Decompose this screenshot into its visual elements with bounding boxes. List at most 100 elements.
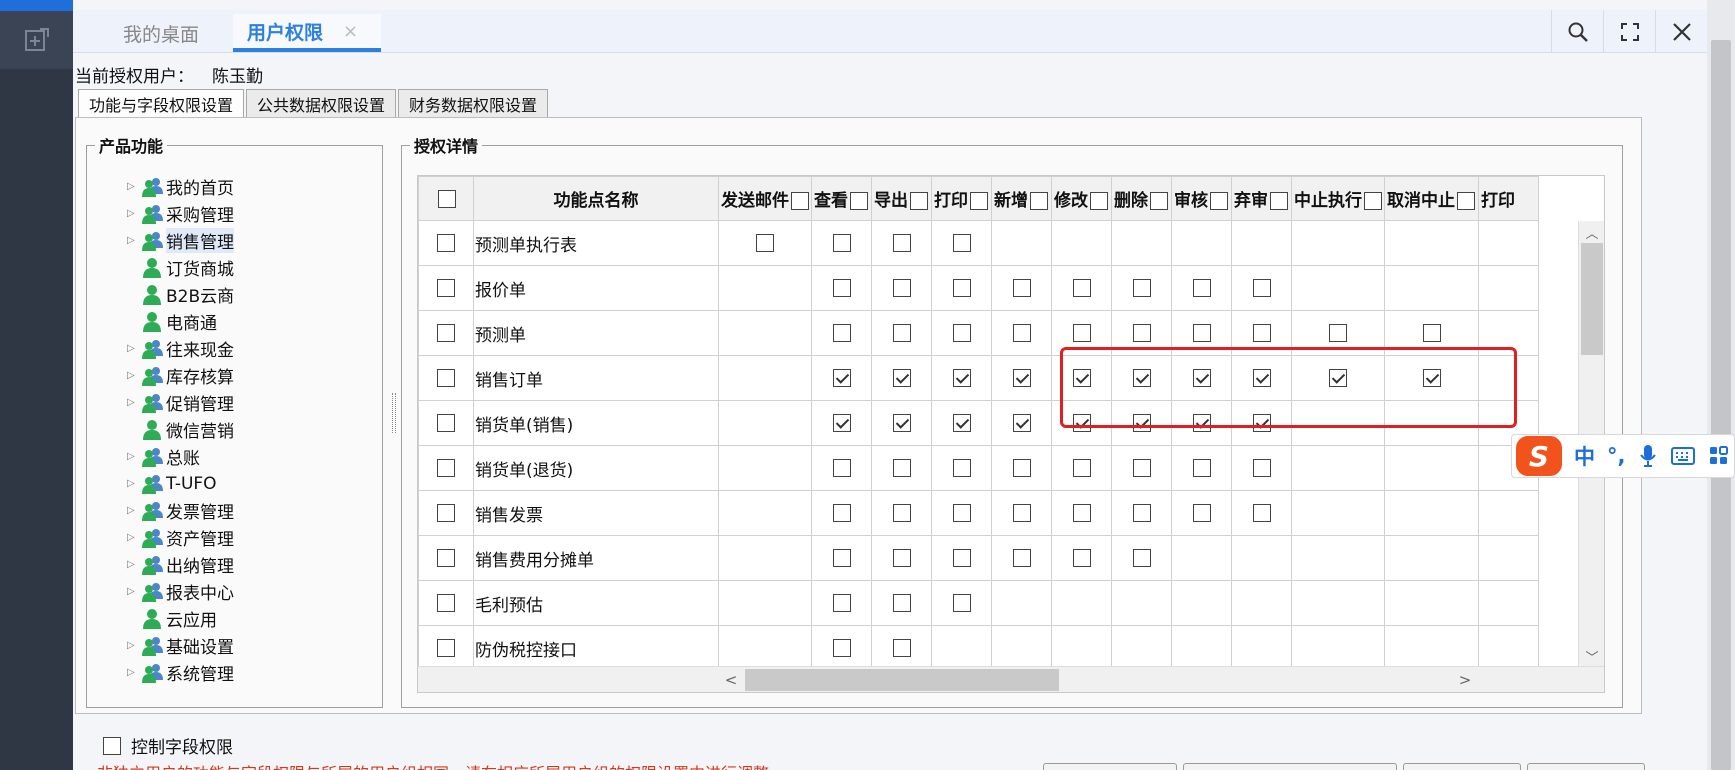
permission-checkbox[interactable] — [1329, 324, 1347, 342]
expand-arrow-icon[interactable]: ▷ — [127, 478, 141, 489]
row-select-checkbox[interactable] — [437, 414, 455, 432]
permission-checkbox[interactable] — [832, 414, 851, 432]
permission-checkbox[interactable] — [952, 594, 971, 612]
column-select-checkbox[interactable] — [1090, 192, 1108, 210]
permission-checkbox[interactable] — [1072, 504, 1091, 522]
permission-checkbox[interactable] — [1132, 324, 1151, 342]
permission-checkbox[interactable] — [1252, 279, 1271, 297]
permission-checkbox[interactable] — [1192, 279, 1211, 297]
tree-item[interactable]: ▷ 出纳管理 — [127, 551, 234, 578]
expand-arrow-icon[interactable]: ▷ — [127, 181, 141, 192]
fullscreen-button[interactable] — [1603, 10, 1655, 53]
permission-checkbox[interactable] — [1072, 459, 1091, 477]
permission-checkbox[interactable] — [1252, 414, 1271, 432]
permission-checkbox[interactable] — [892, 324, 911, 342]
permission-checkbox[interactable] — [1192, 459, 1211, 477]
panel-splitter[interactable] — [392, 393, 396, 433]
column-select-checkbox[interactable] — [1150, 192, 1168, 210]
permission-checkbox[interactable] — [952, 504, 971, 522]
permission-checkbox[interactable] — [1329, 369, 1347, 387]
permission-checkbox[interactable] — [832, 234, 851, 252]
tree-item[interactable]: B2B云商 — [127, 281, 234, 308]
tab-user-permissions[interactable]: 用户权限 × — [233, 14, 381, 52]
close-button[interactable] — [1655, 10, 1707, 53]
permission-checkbox[interactable] — [892, 459, 911, 477]
permission-checkbox[interactable] — [1012, 549, 1031, 567]
permission-checkbox[interactable] — [892, 279, 911, 297]
column-select-checkbox[interactable] — [850, 192, 868, 210]
tree-item[interactable]: ▷ 采购管理 — [127, 200, 234, 227]
tree-item[interactable]: ▷ 促销管理 — [127, 389, 234, 416]
subtab-public-data[interactable]: 公共数据权限设置 — [246, 89, 397, 118]
permission-checkbox[interactable] — [1252, 504, 1271, 522]
tab-close-icon[interactable]: × — [343, 21, 358, 42]
expand-arrow-icon[interactable]: ▷ — [127, 586, 141, 597]
column-select-checkbox[interactable] — [1210, 192, 1228, 210]
permission-checkbox[interactable] — [1072, 279, 1091, 297]
permission-checkbox[interactable] — [832, 369, 851, 387]
expand-arrow-icon[interactable]: ▷ — [127, 667, 141, 678]
tree-item[interactable]: ▷ 库存核算 — [127, 362, 234, 389]
expand-arrow-icon[interactable]: ▷ — [127, 451, 141, 462]
tree-item[interactable]: ▷ 基础设置 — [127, 632, 234, 659]
control-field-checkbox[interactable] — [103, 736, 121, 755]
permission-checkbox[interactable] — [892, 549, 911, 567]
microphone-icon[interactable] — [1639, 444, 1657, 468]
permission-checkbox[interactable] — [1012, 414, 1031, 432]
permission-checkbox[interactable] — [1012, 459, 1031, 477]
tree-item[interactable]: ▷ 系统管理 — [127, 659, 234, 686]
tree-item[interactable]: ▷ 总账 — [127, 443, 234, 470]
expand-arrow-icon[interactable]: ▷ — [127, 559, 141, 570]
expand-arrow-icon[interactable]: ▷ — [127, 208, 141, 219]
select-all-checkbox[interactable] — [438, 189, 456, 208]
tree-item[interactable]: ▷ 资产管理 — [127, 524, 234, 551]
permission-checkbox[interactable] — [1192, 414, 1211, 432]
permission-checkbox[interactable] — [1012, 279, 1031, 297]
permission-checkbox[interactable] — [952, 324, 971, 342]
row-select-checkbox[interactable] — [437, 504, 455, 522]
permission-checkbox[interactable] — [1012, 369, 1031, 387]
permission-checkbox[interactable] — [952, 414, 971, 432]
expand-arrow-icon[interactable]: ▷ — [127, 532, 141, 543]
permission-checkbox[interactable] — [1252, 459, 1271, 477]
horizontal-scroll-thumb[interactable] — [745, 669, 1059, 691]
footer-button-1[interactable] — [1043, 763, 1177, 770]
permission-checkbox[interactable] — [952, 279, 971, 297]
tree-item[interactable]: ▷ 往来现金 — [127, 335, 234, 362]
column-select-checkbox[interactable] — [970, 192, 988, 210]
vertical-scroll-thumb[interactable] — [1581, 243, 1603, 355]
permission-checkbox[interactable] — [892, 234, 911, 252]
tree-item[interactable]: 云应用 — [127, 605, 234, 632]
permission-checkbox[interactable] — [1072, 549, 1091, 567]
column-select-checkbox[interactable] — [1364, 192, 1382, 210]
permission-checkbox[interactable] — [1192, 369, 1211, 387]
tree-item[interactable]: 微信营销 — [127, 416, 234, 443]
permission-checkbox[interactable] — [892, 639, 911, 657]
scroll-left-icon[interactable]: < — [718, 667, 744, 692]
tree-item[interactable]: ▷ T-UFO — [127, 470, 234, 497]
subtab-function-field[interactable]: 功能与字段权限设置 — [78, 89, 245, 118]
right-scrollbar[interactable] — [1707, 0, 1735, 770]
scroll-down-icon[interactable]: ﹀ — [1579, 645, 1604, 667]
apps-grid-icon[interactable] — [1709, 446, 1729, 466]
permission-checkbox[interactable] — [832, 594, 851, 612]
tree-item[interactable]: 电商通 — [127, 308, 234, 335]
permission-checkbox[interactable] — [952, 369, 971, 387]
scroll-up-icon[interactable]: ︿ — [1579, 221, 1604, 243]
tree-item[interactable]: 订货商城 — [127, 254, 234, 281]
permission-checkbox[interactable] — [952, 234, 971, 252]
ime-punct-toggle[interactable]: °, — [1607, 444, 1625, 468]
permission-checkbox[interactable] — [1192, 504, 1211, 522]
control-field-permission[interactable]: 控制字段权限 — [103, 733, 233, 758]
permission-checkbox[interactable] — [832, 324, 851, 342]
permission-checkbox[interactable] — [1072, 369, 1091, 387]
column-select-checkbox[interactable] — [1030, 192, 1048, 210]
permission-checkbox[interactable] — [1192, 324, 1211, 342]
footer-button-3[interactable] — [1403, 763, 1521, 770]
permission-checkbox[interactable] — [1072, 324, 1091, 342]
expand-arrow-icon[interactable]: ▷ — [127, 397, 141, 408]
keyboard-icon[interactable] — [1671, 447, 1696, 465]
footer-button-4[interactable] — [1527, 763, 1645, 770]
right-scroll-thumb[interactable] — [1711, 40, 1731, 770]
permission-checkbox[interactable] — [1132, 414, 1151, 432]
